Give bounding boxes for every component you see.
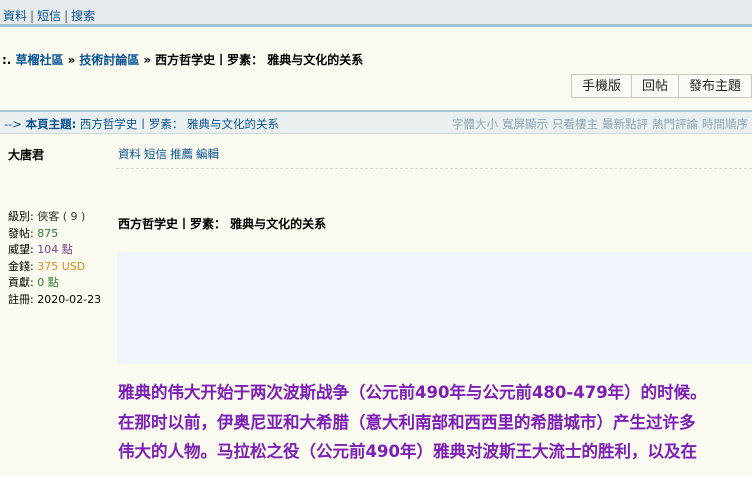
new-topic-button[interactable]: 發布主題 (677, 74, 752, 98)
post-body-line: 雅典的伟大开始于两次波斯战争（公元前490年与公元前480-479年）的时候。 (118, 383, 707, 402)
breadcrumb-arrow: » (143, 53, 152, 67)
top-links: 資料 | 短信 | 搜索 (3, 7, 95, 24)
option-hot-comments[interactable]: 熱門評論 (652, 117, 698, 131)
breadcrumb-prefix: :. (2, 53, 12, 67)
user-money: 金錢: 375 USD (8, 259, 86, 273)
search-link[interactable]: 搜索 (71, 9, 95, 23)
post-author[interactable]: 大唐君 (8, 146, 44, 163)
breadcrumb-current: 西方哲学史丨罗素： 雅典与文化的关系 (155, 53, 364, 67)
post-tool-profile[interactable]: 資料 (118, 147, 141, 161)
separator: | (64, 9, 69, 23)
action-buttons: 手機版 回帖 發布主題 (570, 74, 752, 98)
option-font-size[interactable]: 字體大小 (452, 117, 498, 131)
post-tool-message[interactable]: 短信 (144, 147, 167, 161)
breadcrumb-arrow: » (67, 53, 76, 67)
post-body-line: 伟大的人物。马拉松之役（公元前490年）雅典对波斯王大流士的胜利，以及在 (118, 442, 697, 461)
separator: | (30, 9, 35, 23)
option-wide-display[interactable]: 寬屏顯示 (502, 117, 548, 131)
topic-header: --> 本頁主題: 西方哲学史丨罗素： 雅典与文化的关系 (4, 116, 279, 132)
breadcrumb: :. 草榴社區» 技術討論區» 西方哲学史丨罗素： 雅典与文化的关系 (2, 51, 363, 68)
user-info: 級別: 俠客 ( 9 ) 發帖: 875 威望: 104 點 金錢: 375 U… (8, 209, 101, 308)
post-tool-recommend[interactable]: 推薦 (170, 147, 193, 161)
messages-link[interactable]: 短信 (37, 9, 61, 23)
user-registered: 註冊: 2020-02-23 (8, 292, 102, 306)
option-author-only[interactable]: 只看樓主 (552, 117, 598, 131)
option-latest-comments[interactable]: 最新點評 (602, 117, 648, 131)
post-body: 雅典的伟大开始于两次波斯战争（公元前490年与公元前480-479年）的时候。 … (118, 378, 752, 467)
user-prestige: 威望: 104 點 (8, 243, 73, 256)
profile-link[interactable]: 資料 (3, 9, 27, 23)
topic-header-bar: --> 本頁主題: 西方哲学史丨罗素： 雅典与文化的关系 字體大小 寬屏顯示 只看樓… (0, 110, 752, 134)
topic-label: 本頁主題: (25, 117, 77, 131)
post-tool-edit[interactable]: 編輯 (196, 147, 219, 161)
topic-options: 字體大小 寬屏顯示 只看樓主 最新點評 熱門評論 時間順序 (448, 116, 748, 132)
breadcrumb-item-community[interactable]: 草榴社區 (16, 53, 64, 67)
post-tools: 資料 短信 推薦 編輯 (118, 146, 222, 162)
post-body-line: 在那时以前，伊奥尼亚和大希腊（意大利南部和西西里的希腊城市）产生过许多 (118, 412, 696, 432)
breadcrumb-item-tech-forum[interactable]: 技術討論區 (79, 53, 139, 67)
top-navigation-bar: 資料 | 短信 | 搜索 (0, 0, 752, 27)
user-contribution: 貢獻: 0 點 (8, 276, 59, 289)
reply-button[interactable]: 回帖 (630, 74, 678, 98)
topic-title: 西方哲学史丨罗素： 雅典与文化的关系 (79, 117, 280, 131)
mobile-version-button[interactable]: 手機版 (570, 74, 631, 98)
user-posts: 發帖: 875 (8, 226, 59, 240)
post-divider (116, 168, 752, 170)
user-level: 級別: 俠客 ( 9 ) (8, 210, 86, 223)
ad-placeholder (117, 252, 752, 364)
option-time-order[interactable]: 時間順序 (702, 117, 748, 131)
topic-arrow: --> (4, 117, 22, 131)
post-title: 西方哲学史丨罗素： 雅典与文化的关系 (118, 217, 327, 231)
